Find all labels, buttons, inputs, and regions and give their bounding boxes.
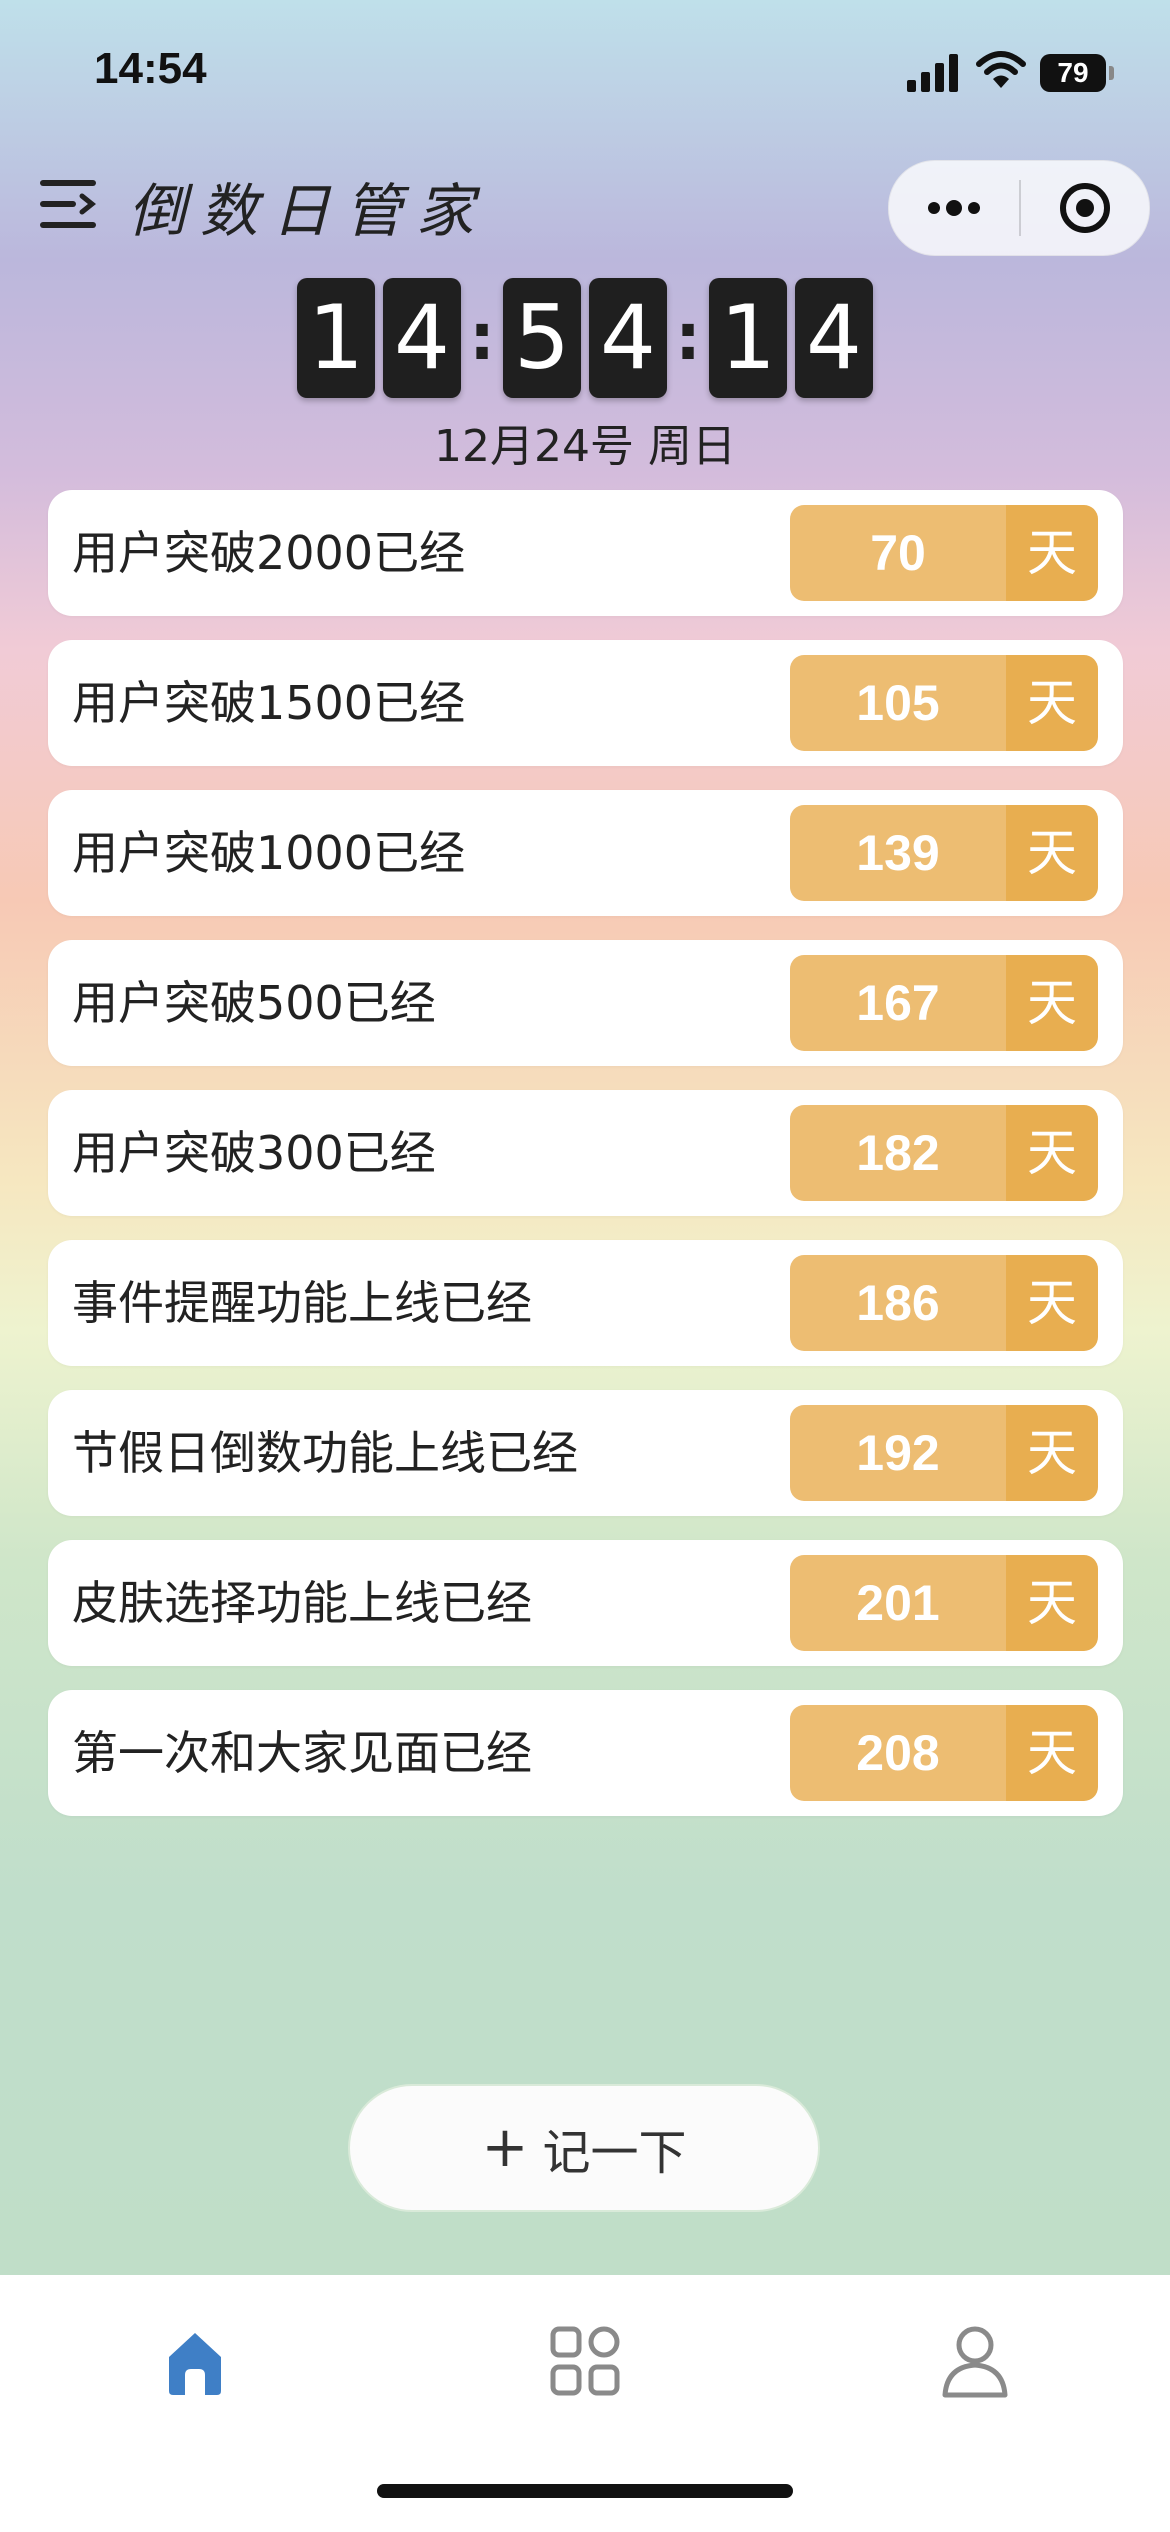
menu-icon[interactable] (40, 176, 100, 232)
hour-tens-digit: 1 (297, 278, 375, 398)
battery-level: 79 (1057, 57, 1089, 88)
day-unit: 天 (1006, 505, 1098, 601)
event-row[interactable]: 事件提醒功能上线已经 186 天 (48, 1240, 1123, 1366)
battery-icon: 79 (1040, 54, 1114, 92)
event-label: 节假日倒数功能上线已经 (72, 1426, 578, 1480)
event-row[interactable]: 用户突破1500已经 105 天 (48, 640, 1123, 766)
day-badge: 70 天 (790, 505, 1098, 601)
event-row[interactable]: 皮肤选择功能上线已经 201 天 (48, 1540, 1123, 1666)
event-row[interactable]: 用户突破500已经 167 天 (48, 940, 1123, 1066)
screen: 14:54 79 倒数日管家 1 4: 5 4: 1 4 12月24号 周日… (0, 0, 1170, 2532)
day-count: 167 (790, 955, 1006, 1051)
day-unit: 天 (1006, 1105, 1098, 1201)
day-unit: 天 (1006, 955, 1098, 1051)
second-ones-digit: 4 (795, 278, 873, 398)
day-badge: 186 天 (790, 1255, 1098, 1351)
plus-icon: + (481, 2115, 529, 2180)
add-event-label: 记一下 (542, 2125, 687, 2181)
app-title: 倒数日管家 (128, 177, 489, 245)
flip-clock: 1 4 : 5 4 : 1 4 (0, 278, 1170, 398)
mini-program-capsule (888, 160, 1150, 256)
day-unit: 天 (1006, 805, 1098, 901)
event-label: 用户突破500已经 (72, 976, 436, 1030)
day-badge: 182 天 (790, 1105, 1098, 1201)
day-count: 186 (790, 1255, 1006, 1351)
day-badge: 192 天 (790, 1405, 1098, 1501)
event-label: 用户突破1500已经 (72, 676, 466, 730)
event-label: 用户突破2000已经 (72, 526, 466, 580)
second-tens-digit: 1 (709, 278, 787, 398)
day-count: 139 (790, 805, 1006, 901)
day-count: 70 (790, 505, 1006, 601)
day-unit: 天 (1006, 1255, 1098, 1351)
event-label: 皮肤选择功能上线已经 (72, 1576, 532, 1630)
event-row[interactable]: 用户突破1000已经 139 天 (48, 790, 1123, 916)
wifi-icon (976, 51, 1026, 88)
home-indicator (377, 2484, 793, 2498)
minute-ones-digit: 4 (589, 278, 667, 398)
event-row[interactable]: 用户突破2000已经 70 天 (48, 490, 1123, 616)
status-time: 14:54 (94, 44, 207, 93)
add-event-button[interactable]: + 记一下 (348, 2084, 820, 2212)
more-icon[interactable] (889, 161, 1019, 255)
day-count: 208 (790, 1705, 1006, 1801)
event-list: 用户突破2000已经 70 天 用户突破1500已经 105 天 用户突破100… (48, 490, 1123, 1840)
day-count: 105 (790, 655, 1006, 751)
event-row[interactable]: 节假日倒数功能上线已经 192 天 (48, 1390, 1123, 1516)
grid-icon[interactable] (545, 2321, 625, 2401)
day-unit: 天 (1006, 1405, 1098, 1501)
day-badge: 167 天 (790, 955, 1098, 1051)
day-count: 192 (790, 1405, 1006, 1501)
day-count: 201 (790, 1555, 1006, 1651)
day-badge: 105 天 (790, 655, 1098, 751)
event-label: 第一次和大家见面已经 (72, 1726, 532, 1780)
event-row[interactable]: 用户突破300已经 182 天 (48, 1090, 1123, 1216)
day-badge: 208 天 (790, 1705, 1098, 1801)
day-badge: 201 天 (790, 1555, 1098, 1651)
home-icon[interactable] (155, 2321, 235, 2401)
event-label: 用户突破1000已经 (72, 826, 466, 880)
day-unit: 天 (1006, 655, 1098, 751)
day-unit: 天 (1006, 1705, 1098, 1801)
event-row[interactable]: 第一次和大家见面已经 208 天 (48, 1690, 1123, 1816)
signal-icon (907, 54, 958, 92)
close-mini-program-icon[interactable] (1021, 161, 1149, 255)
clock-separator: : (675, 301, 701, 375)
event-label: 事件提醒功能上线已经 (72, 1276, 532, 1330)
minute-tens-digit: 5 (503, 278, 581, 398)
user-icon[interactable] (935, 2321, 1015, 2401)
clock-separator: : (469, 301, 495, 375)
event-label: 用户突破300已经 (72, 1126, 436, 1180)
hour-ones-digit: 4 (383, 278, 461, 398)
current-date: 12月24号 周日 (434, 421, 736, 472)
day-badge: 139 天 (790, 805, 1098, 901)
day-unit: 天 (1006, 1555, 1098, 1651)
day-count: 182 (790, 1105, 1006, 1201)
